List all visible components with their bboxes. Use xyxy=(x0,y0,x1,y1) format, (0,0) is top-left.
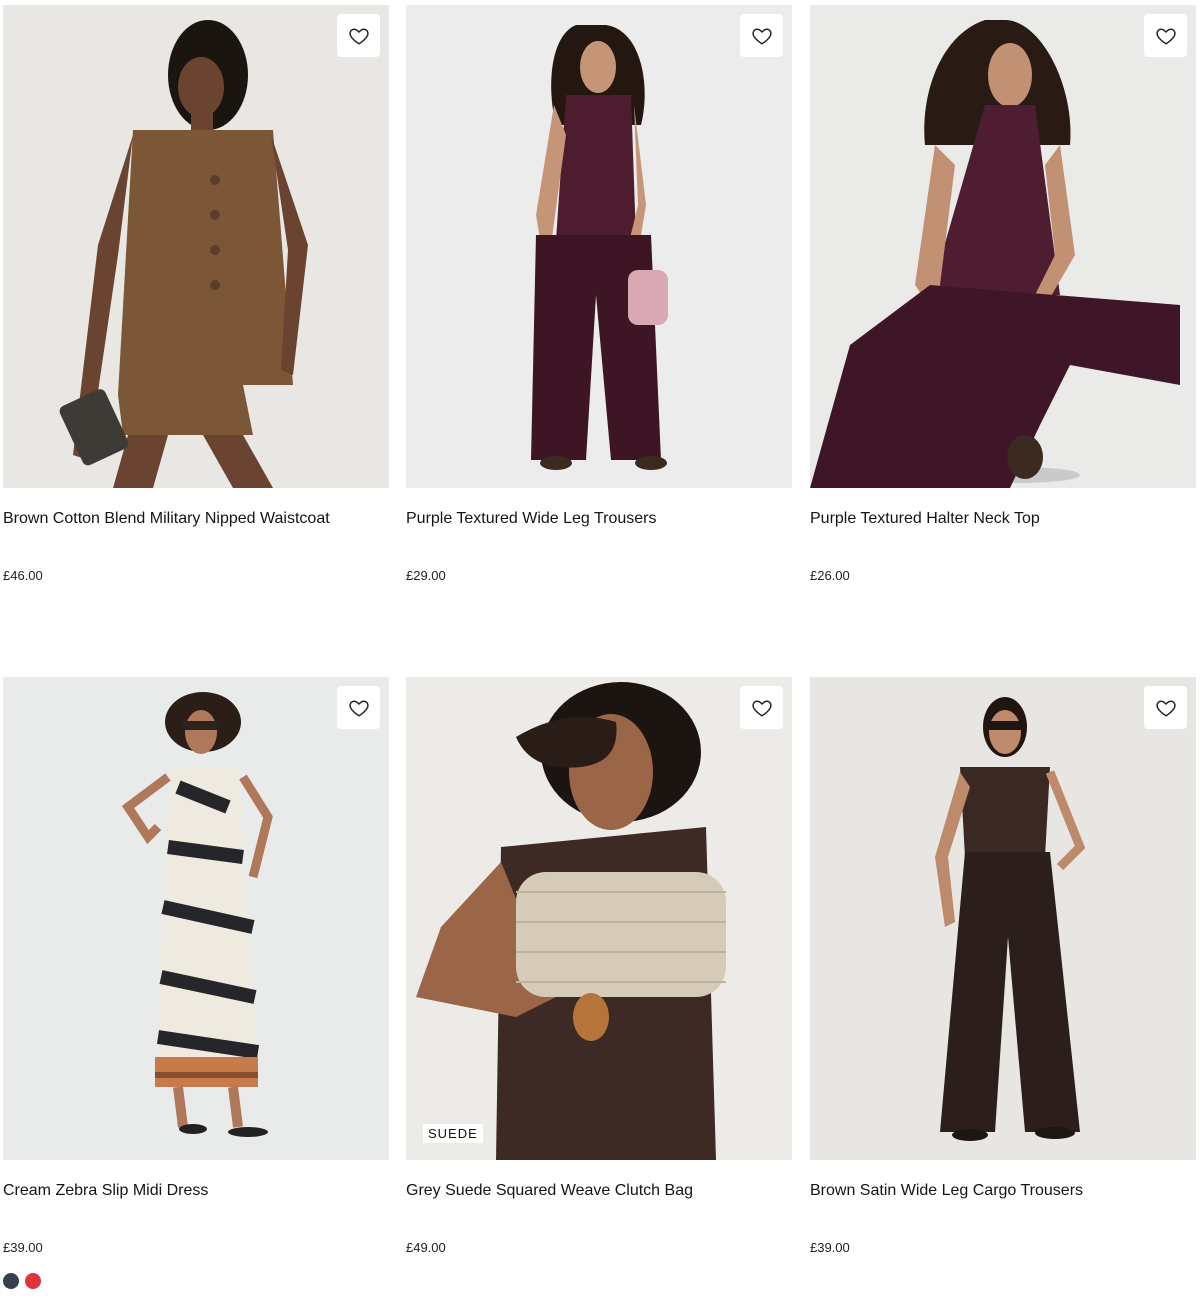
product-price: £26.00 xyxy=(810,568,850,583)
colour-swatch[interactable] xyxy=(25,1273,41,1289)
colour-swatch[interactable] xyxy=(3,1273,19,1289)
product-title[interactable]: Grey Suede Squared Weave Clutch Bag xyxy=(406,1180,693,1202)
add-to-favourites-button[interactable] xyxy=(337,686,380,729)
heart-outline-icon xyxy=(1155,697,1177,719)
product-image[interactable] xyxy=(810,5,1196,488)
product-price: £39.00 xyxy=(3,1240,43,1255)
add-to-favourites-button[interactable] xyxy=(1144,14,1187,57)
heart-outline-icon xyxy=(751,697,773,719)
product-price: £39.00 xyxy=(810,1240,850,1255)
product-price: £46.00 xyxy=(3,568,43,583)
colour-swatches xyxy=(3,1273,41,1289)
product-title[interactable]: Cream Zebra Slip Midi Dress xyxy=(3,1180,208,1202)
product-image[interactable] xyxy=(3,677,389,1160)
heart-outline-icon xyxy=(348,697,370,719)
product-image[interactable] xyxy=(810,677,1196,1160)
heart-outline-icon xyxy=(348,25,370,47)
add-to-favourites-button[interactable] xyxy=(1144,686,1187,729)
add-to-favourites-button[interactable] xyxy=(740,14,783,57)
add-to-favourites-button[interactable] xyxy=(740,686,783,729)
product-title[interactable]: Brown Satin Wide Leg Cargo Trousers xyxy=(810,1180,1083,1202)
product-title[interactable]: Brown Cotton Blend Military Nipped Waist… xyxy=(3,508,330,530)
heart-outline-icon xyxy=(1155,25,1177,47)
product-image[interactable]: SUEDE xyxy=(406,677,792,1160)
product-price: £49.00 xyxy=(406,1240,446,1255)
add-to-favourites-button[interactable] xyxy=(337,14,380,57)
product-badge: SUEDE xyxy=(423,1124,483,1143)
product-image[interactable] xyxy=(3,5,389,488)
product-title[interactable]: Purple Textured Halter Neck Top xyxy=(810,508,1040,530)
product-price: £29.00 xyxy=(406,568,446,583)
product-image[interactable] xyxy=(406,5,792,488)
product-title[interactable]: Purple Textured Wide Leg Trousers xyxy=(406,508,657,530)
heart-outline-icon xyxy=(751,25,773,47)
